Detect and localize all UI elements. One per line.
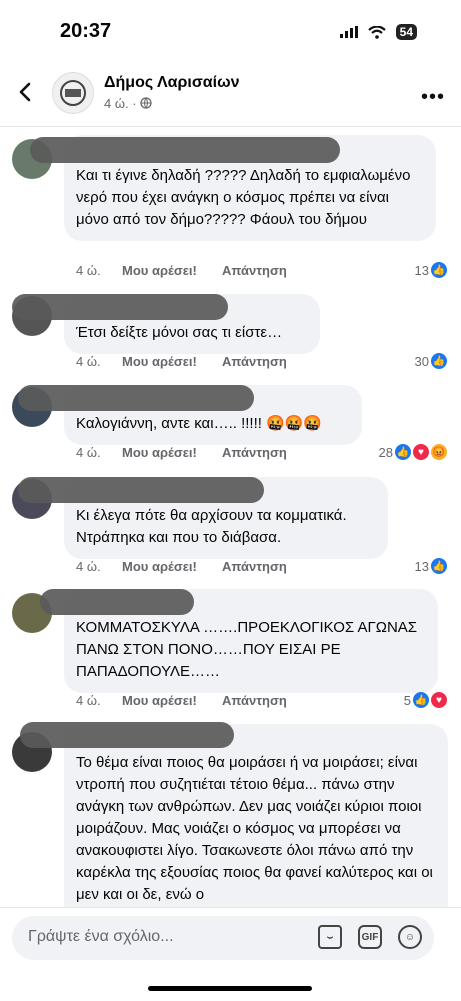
municipality-logo-icon: [60, 80, 86, 106]
post-meta: 4 ώ. ·: [104, 96, 152, 111]
sticker-icon[interactable]: ⌣: [318, 925, 342, 949]
reply-button[interactable]: Απάντηση: [222, 693, 287, 708]
comment-text: Το θέμα είναι ποιος θα μοιράσει ή να μοι…: [76, 754, 433, 903]
signal-icon: [339, 26, 358, 38]
reaction-summary[interactable]: 30 👍: [415, 353, 447, 369]
page-avatar[interactable]: [52, 72, 94, 114]
reaction-count: 5: [403, 692, 411, 708]
comment-bubble: Το θέμα είναι ποιος θα μοιράσει ή να μοι…: [64, 724, 448, 907]
reaction-summary[interactable]: 13 👍: [415, 558, 447, 574]
reaction-count: 13: [414, 262, 429, 278]
reply-button[interactable]: Απάντηση: [222, 445, 287, 460]
reaction-count: 28: [378, 444, 393, 460]
redaction-scribble: [18, 385, 254, 411]
back-arrow-icon[interactable]: [14, 80, 38, 104]
reply-button[interactable]: Απάντηση: [222, 559, 287, 574]
comment-text: Καλογιάννη, αντε και….. !!!!! 🤬🤬🤬: [76, 415, 323, 432]
like-reaction-icon: 👍: [431, 262, 447, 278]
comment-composer: Γράψτε ένα σχόλιο... ⌣ GIF ☺: [0, 907, 461, 1001]
comment-actions: 4 ώ. Μου αρέσει! Απάντηση: [76, 263, 287, 278]
redaction-scribble: [40, 589, 194, 615]
reaction-summary[interactable]: 5 👍 ♥: [404, 692, 447, 708]
status-time: 20:37: [60, 20, 112, 42]
love-reaction-icon: ♥: [431, 692, 447, 708]
comment-time: 4 ώ.: [76, 445, 101, 460]
reaction-summary[interactable]: 28 👍 ♥ 😡: [379, 444, 447, 460]
comments-feed: Και τι έγινε δηλαδή ????? Δηλαδή το εμφι…: [0, 127, 461, 907]
redaction-scribble: [18, 477, 264, 503]
reaction-count: 30: [414, 353, 429, 369]
post-header: Δήμος Λαρισαίων 4 ώ. · •••: [0, 62, 461, 127]
reply-button[interactable]: Απάντηση: [222, 263, 287, 278]
angry-reaction-icon: 😡: [431, 444, 447, 460]
like-reaction-icon: 👍: [413, 692, 429, 708]
comment-text: Έτσι δείξτε μόνοι σας τι είστε…: [76, 324, 283, 341]
love-reaction-icon: ♥: [413, 444, 429, 460]
globe-icon: [140, 97, 152, 109]
comment-actions: 4 ώ. Μου αρέσει! Απάντηση: [76, 354, 287, 369]
redaction-scribble: [12, 294, 228, 320]
like-reaction-icon: 👍: [395, 444, 411, 460]
comment-actions: 4 ώ. Μου αρέσει! Απάντηση: [76, 693, 287, 708]
reply-button[interactable]: Απάντηση: [222, 354, 287, 369]
comment-text: ΚΟΜΜΑΤΟΣΚΥΛΑ …….ΠΡΟΕΚΛΟΓΙΚΟΣ ΑΓΩΝΑΣ ΠΑΝΩ…: [76, 619, 418, 680]
gif-icon[interactable]: GIF: [358, 925, 382, 949]
reaction-count: 13: [414, 558, 429, 574]
battery-indicator: 54: [395, 24, 417, 40]
home-indicator: [148, 986, 312, 991]
comment-placeholder: Γράψτε ένα σχόλιο...: [28, 928, 174, 945]
more-options-icon[interactable]: •••: [421, 86, 445, 109]
like-button[interactable]: Μου αρέσει!: [122, 693, 222, 708]
redaction-scribble: [20, 722, 234, 748]
comment-text: Και τι έγινε δηλαδή ????? Δηλαδή το εμφι…: [76, 167, 411, 228]
comment-time: 4 ώ.: [76, 559, 101, 574]
like-reaction-icon: 👍: [431, 353, 447, 369]
comment-time: 4 ώ.: [76, 354, 101, 369]
like-button[interactable]: Μου αρέσει!: [122, 354, 222, 369]
status-bar: 20:37 54: [0, 0, 461, 62]
like-button[interactable]: Μου αρέσει!: [122, 445, 222, 460]
comment-time: 4 ώ.: [76, 263, 101, 278]
like-button[interactable]: Μου αρέσει!: [122, 263, 222, 278]
comment-input[interactable]: Γράψτε ένα σχόλιο... ⌣ GIF ☺: [12, 916, 434, 960]
page-title[interactable]: Δήμος Λαρισαίων: [104, 74, 240, 92]
reaction-summary[interactable]: 13 👍: [415, 262, 447, 278]
wifi-icon: [367, 25, 386, 39]
like-button[interactable]: Μου αρέσει!: [122, 559, 222, 574]
redaction-scribble: [30, 137, 340, 163]
status-icons: 54: [339, 24, 417, 40]
comment-actions: 4 ώ. Μου αρέσει! Απάντηση: [76, 559, 287, 574]
emoji-icon[interactable]: ☺: [398, 925, 422, 949]
comment-actions: 4 ώ. Μου αρέσει! Απάντηση: [76, 445, 287, 460]
comment-text: Κι έλεγα πότε θα αρχίσουν τα κομματικά. …: [76, 507, 347, 546]
comment-time: 4 ώ.: [76, 693, 101, 708]
post-time: 4 ώ. ·: [104, 96, 137, 111]
like-reaction-icon: 👍: [431, 558, 447, 574]
